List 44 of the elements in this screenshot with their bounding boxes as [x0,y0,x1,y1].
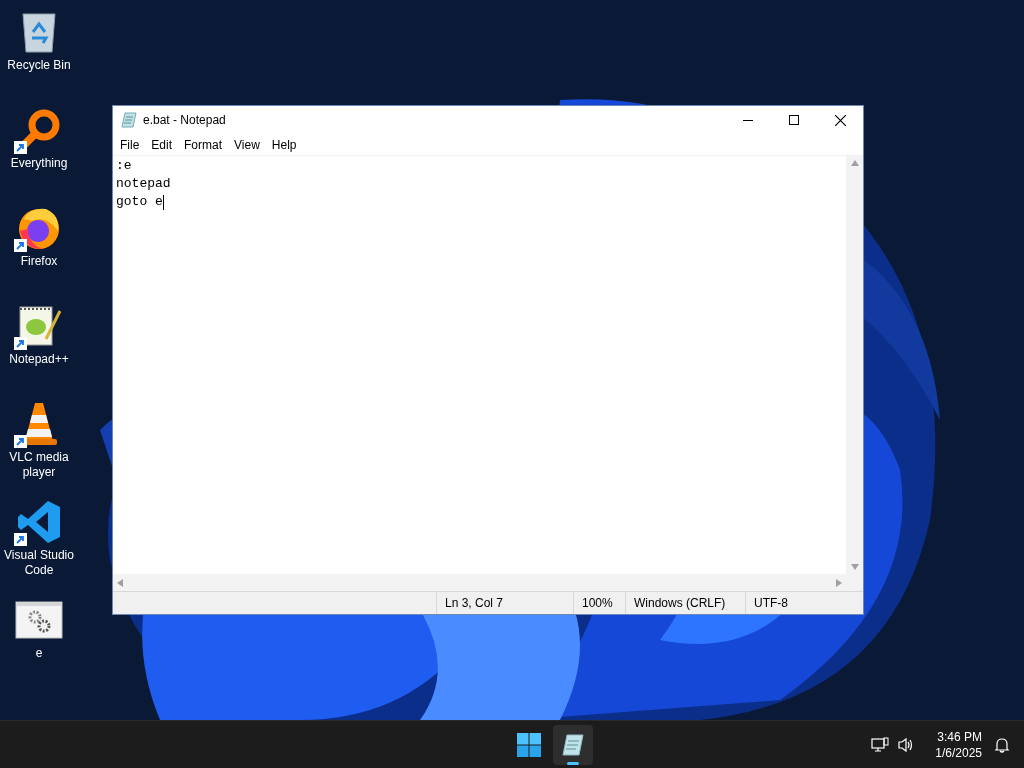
bell-icon[interactable] [994,736,1010,753]
notepad-plus-icon [16,303,62,349]
clock-date[interactable]: 1/6/2025 [935,744,982,761]
text-line: goto e [116,193,163,211]
menu-item[interactable]: Edit [145,135,179,154]
status-text: 100% [582,595,613,612]
menu-item[interactable]: Format [178,135,229,154]
menu-item[interactable]: File [114,135,146,154]
active-indicator [566,761,579,765]
status-text: Windows (CRLF) [634,595,726,612]
clock-time[interactable]: 3:46 PM [937,728,982,745]
desktop-icon-label[interactable]: Visual Studio Code [0,548,78,578]
batch-file-icon [15,601,63,639]
desktop-icon-label[interactable]: VLC media player [0,450,78,480]
taskbar-app-button[interactable] [552,724,593,765]
status-text: UTF-8 [754,595,788,612]
desktop-icon-label[interactable]: e [35,646,43,661]
windows-logo-icon [516,732,541,757]
text-line: notepad [116,175,171,193]
text-line: :e [116,157,132,175]
minimize-icon [743,119,753,121]
recycle-bin-icon [19,10,59,54]
status-text: Ln 3, Col 7 [445,595,504,612]
window-title: e.bat - Notepad [143,112,226,129]
menu-item[interactable]: Help [265,135,303,154]
close-icon [834,114,846,126]
scroll-down-icon [850,564,859,570]
desktop-icon-label[interactable]: Recycle Bin [7,58,71,73]
scroll-left-icon [117,578,123,587]
scroll-right-icon [836,578,842,587]
maximize-icon [789,115,799,125]
notepad-icon [560,732,585,757]
network-icon[interactable] [871,736,890,753]
desktop-icon-label[interactable]: Notepad++ [9,352,69,367]
notepad-icon [121,112,137,128]
scroll-up-icon [850,160,859,166]
vertical-scrollbar[interactable] [846,156,863,574]
text-editor[interactable]: :e notepad goto e [113,156,846,574]
menu-item[interactable]: View [228,135,266,154]
desktop-icon-label[interactable]: Firefox [20,254,58,269]
desktop-icon-label[interactable]: Everything [10,156,68,171]
horizontal-scrollbar[interactable] [113,574,846,591]
code-editor-icon [16,499,62,545]
text-caret [162,194,164,210]
